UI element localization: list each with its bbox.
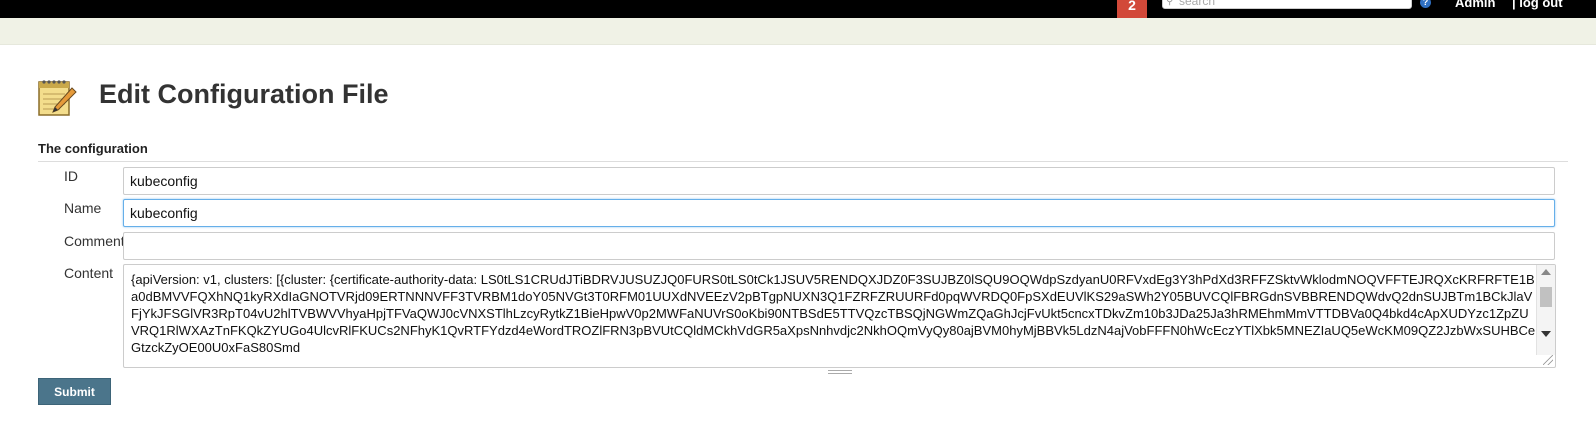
content-scrollbar[interactable]	[1536, 265, 1555, 355]
top-bar: 2 ⚲ search ? Admin | log out	[0, 0, 1596, 18]
scroll-down-icon[interactable]	[1541, 331, 1551, 337]
page-title: Edit Configuration File	[99, 79, 389, 109]
section-header: The configuration	[38, 141, 148, 156]
textarea-drag-handle[interactable]	[828, 370, 852, 374]
scroll-up-icon[interactable]	[1541, 269, 1551, 275]
content-text: {apiVersion: v1, clusters: [{cluster: {c…	[131, 272, 1536, 355]
id-field[interactable]	[123, 167, 1555, 195]
help-icon[interactable]: ?	[1420, 0, 1431, 8]
comment-field[interactable]	[123, 232, 1555, 260]
user-link[interactable]: Admin	[1455, 0, 1495, 10]
id-label: ID	[64, 168, 78, 184]
notification-badge[interactable]: 2	[1117, 0, 1147, 18]
logout-link[interactable]: | log out	[1512, 0, 1563, 10]
notepad-pencil-icon	[38, 80, 77, 116]
search-icon: ⚲	[1166, 0, 1174, 7]
breadcrumb-bar	[0, 18, 1596, 45]
content-textarea[interactable]: {apiVersion: v1, clusters: [{cluster: {c…	[123, 264, 1556, 368]
name-label: Name	[64, 200, 102, 216]
submit-button[interactable]: Submit	[38, 378, 111, 405]
content-label: Content	[64, 265, 114, 281]
search-placeholder: search	[1179, 0, 1216, 8]
scroll-thumb[interactable]	[1540, 287, 1552, 307]
section-divider	[38, 161, 1568, 162]
resize-grip-icon[interactable]	[1543, 355, 1553, 365]
search-input[interactable]: ⚲ search	[1162, 0, 1412, 9]
name-field[interactable]	[123, 199, 1555, 227]
comment-label: Comment	[64, 233, 125, 249]
